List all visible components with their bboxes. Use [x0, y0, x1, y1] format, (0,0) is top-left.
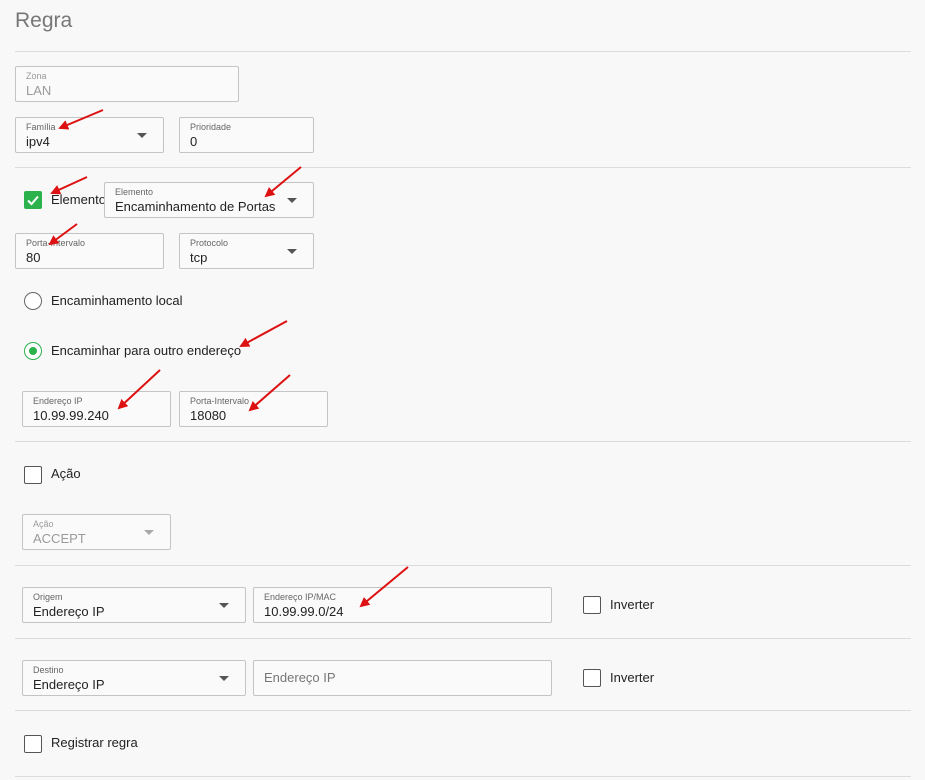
- chevron-down-icon: [219, 603, 229, 608]
- divider: [15, 441, 911, 442]
- encaminhar-outro-radio[interactable]: [24, 342, 42, 360]
- elemento-checkbox[interactable]: [24, 191, 42, 209]
- encaminhamento-local-radio[interactable]: [24, 292, 42, 310]
- chevron-down-icon: [287, 249, 297, 254]
- encaminhamento-local-label: Encaminhamento local: [51, 293, 183, 308]
- registrar-label: Registrar regra: [51, 735, 138, 750]
- divider: [15, 710, 911, 711]
- familia-value: ipv4: [26, 134, 50, 149]
- destino-label: Destino: [33, 665, 64, 675]
- check-icon: [27, 195, 39, 206]
- acao-value: ACCEPT: [33, 531, 86, 546]
- divider: [15, 167, 911, 168]
- acao-label: Ação: [33, 519, 54, 529]
- origem-address-value: 10.99.99.0/24: [264, 604, 344, 619]
- acao-checkbox-label: Ação: [51, 466, 81, 481]
- destino-invert-label: Inverter: [610, 670, 655, 685]
- familia-label: Família: [26, 122, 56, 132]
- porta-intervalo-label: Porta-Intervalo: [26, 238, 86, 248]
- porta-destino-value: 18080: [190, 408, 227, 423]
- porta-intervalo-field[interactable]: Porta-Intervalo 80: [15, 233, 164, 269]
- zona-field: Zona LAN: [15, 66, 239, 102]
- origem-invert-label: Inverter: [610, 597, 655, 612]
- endereco-ip-value: 10.99.99.240: [33, 408, 109, 423]
- chevron-down-icon: [219, 676, 229, 681]
- prioridade-value: 0: [190, 134, 198, 149]
- destino-address-input[interactable]: Endereço IP: [253, 660, 552, 696]
- elemento-select[interactable]: Elemento Encaminhamento de Portas: [104, 182, 314, 218]
- arrow-icon: [239, 320, 288, 347]
- arrow-icon: [50, 176, 88, 195]
- encaminhar-outro-label: Encaminhar para outro endereço: [51, 343, 242, 358]
- elemento-value: Encaminhamento de Portas: [115, 199, 276, 214]
- familia-select[interactable]: Família ipv4: [15, 117, 164, 153]
- chevron-down-icon: [144, 530, 154, 535]
- origem-label: Origem: [33, 592, 63, 602]
- porta-destino-field[interactable]: Porta-Intervalo 18080: [179, 391, 328, 427]
- chevron-down-icon: [137, 133, 147, 138]
- acao-select: Ação ACCEPT: [22, 514, 171, 550]
- origem-invert-checkbox[interactable]: [583, 596, 601, 614]
- protocolo-label: Protocolo: [190, 238, 229, 248]
- page-title: Regra: [15, 9, 73, 32]
- zona-value: LAN: [26, 83, 52, 98]
- porta-destino-label: Porta-Intervalo: [190, 396, 250, 406]
- protocolo-select[interactable]: Protocolo tcp: [179, 233, 314, 269]
- divider: [15, 776, 911, 777]
- destino-value: Endereço IP: [33, 677, 105, 692]
- divider: [15, 565, 911, 566]
- divider: [15, 51, 911, 52]
- origem-select[interactable]: Origem Endereço IP: [22, 587, 246, 623]
- elemento-checkbox-label: Elemento: [51, 192, 106, 207]
- prioridade-label: Prioridade: [190, 122, 232, 132]
- destino-invert-checkbox[interactable]: [583, 669, 601, 687]
- endereco-ip-label: Endereço IP: [33, 396, 83, 406]
- origem-value: Endereço IP: [33, 604, 105, 619]
- destino-select[interactable]: Destino Endereço IP: [22, 660, 246, 696]
- chevron-down-icon: [287, 198, 297, 203]
- divider: [15, 638, 911, 639]
- porta-intervalo-value: 80: [26, 250, 41, 265]
- protocolo-value: tcp: [190, 250, 208, 265]
- endereco-ip-field[interactable]: Endereço IP 10.99.99.240: [22, 391, 171, 427]
- registrar-checkbox[interactable]: [24, 735, 42, 753]
- zona-label: Zona: [26, 71, 47, 81]
- acao-checkbox[interactable]: [24, 466, 42, 484]
- origem-address-label: Endereço IP/MAC: [264, 592, 337, 602]
- radio-dot: [28, 346, 37, 355]
- prioridade-field[interactable]: Prioridade 0: [179, 117, 314, 153]
- origem-address-field[interactable]: Endereço IP/MAC 10.99.99.0/24: [253, 587, 552, 623]
- elemento-label: Elemento: [115, 187, 154, 197]
- destino-address-placeholder: Endereço IP: [264, 670, 336, 685]
